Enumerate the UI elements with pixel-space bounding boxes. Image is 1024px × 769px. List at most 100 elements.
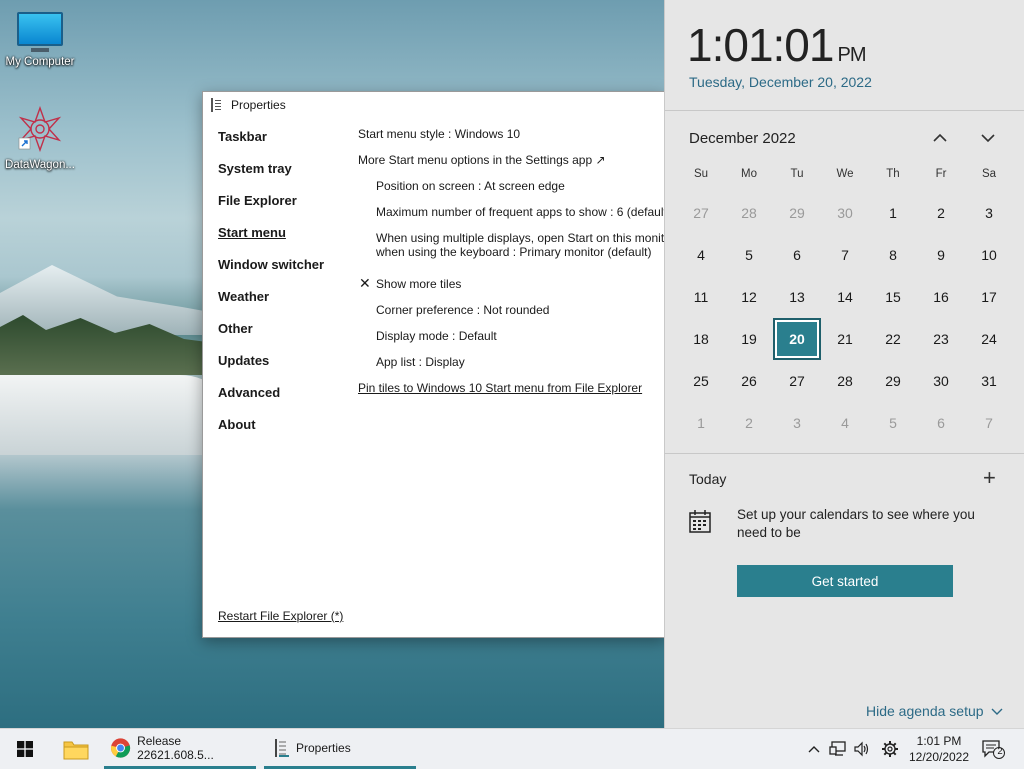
add-event-button[interactable]: + xyxy=(983,467,996,489)
calendar-day[interactable]: 8 xyxy=(871,236,915,274)
calendar-day[interactable]: 22 xyxy=(871,320,915,358)
calendar-day[interactable]: 1 xyxy=(679,404,723,442)
previous-month-button[interactable] xyxy=(929,128,951,148)
calendar-day[interactable]: 19 xyxy=(727,320,771,358)
get-started-button[interactable]: Get started xyxy=(737,565,953,597)
setting-max-frequent-apps[interactable]: Maximum number of frequent apps to show … xyxy=(358,205,665,231)
calendar-day[interactable]: 12 xyxy=(727,278,771,316)
chrome-icon xyxy=(110,737,131,758)
calendar-day[interactable]: 1 xyxy=(871,194,915,232)
calendar-day[interactable]: 29 xyxy=(775,194,819,232)
desktop-icon-my-computer[interactable]: My Computer xyxy=(0,12,80,68)
pin-tiles-link[interactable]: Pin tiles to Windows 10 Start menu from … xyxy=(358,381,665,407)
window-titlebar[interactable]: Properties xyxy=(203,92,665,118)
calendar-day[interactable]: 25 xyxy=(679,362,723,400)
calendar-day[interactable]: 3 xyxy=(967,194,1011,232)
calendar-day[interactable]: 13 xyxy=(775,278,819,316)
chevron-up-icon xyxy=(933,133,947,142)
setting-more-options-link[interactable]: More Start menu options in the Settings … xyxy=(358,153,665,179)
nav-item-file-explorer[interactable]: File Explorer xyxy=(218,193,348,225)
calendar-day[interactable]: 7 xyxy=(823,236,867,274)
nav-item-about[interactable]: About xyxy=(218,417,348,449)
calendar-icon xyxy=(689,510,711,533)
calendar-day[interactable]: 6 xyxy=(919,404,963,442)
calendar-day[interactable]: 23 xyxy=(919,320,963,358)
setting-start-menu-style[interactable]: Start menu style : Windows 10 xyxy=(358,127,665,153)
clock-time: 1:01:01 xyxy=(687,19,834,71)
calendar-day[interactable]: 3 xyxy=(775,404,819,442)
setting-display-mode[interactable]: Display mode : Default xyxy=(358,329,665,355)
calendar-day[interactable]: 28 xyxy=(823,362,867,400)
file-explorer-button[interactable] xyxy=(56,729,96,769)
calendar-day[interactable]: 6 xyxy=(775,236,819,274)
setting-position[interactable]: Position on screen : At screen edge xyxy=(358,179,665,205)
taskbar-app-chrome[interactable]: Release 22621.608.5... xyxy=(104,729,256,769)
show-hidden-icons-button[interactable] xyxy=(804,739,824,759)
calendar-day[interactable]: 10 xyxy=(967,236,1011,274)
volume-icon[interactable] xyxy=(852,739,872,759)
nav-item-system-tray[interactable]: System tray xyxy=(218,161,348,193)
nav-item-weather[interactable]: Weather xyxy=(218,289,348,321)
calendar-day[interactable]: 5 xyxy=(871,404,915,442)
chevron-down-icon xyxy=(981,134,995,143)
calendar-day[interactable]: 31 xyxy=(967,362,1011,400)
agenda-setup-text: Set up your calendars to see where you n… xyxy=(737,507,975,540)
setting-multi-display[interactable]: When using multiple displays, open Start… xyxy=(358,231,665,277)
chevron-up-icon xyxy=(808,746,820,753)
properties-icon xyxy=(211,98,225,112)
restart-explorer-link[interactable]: Restart File Explorer (*) xyxy=(218,609,343,623)
calendar-day[interactable]: 21 xyxy=(823,320,867,358)
calendar-day[interactable]: 24 xyxy=(967,320,1011,358)
start-button[interactable] xyxy=(8,729,42,769)
calendar-day[interactable]: 5 xyxy=(727,236,771,274)
setting-label: Show more tiles xyxy=(376,277,462,291)
calendar-day[interactable]: 7 xyxy=(967,404,1011,442)
taskbar-clock[interactable]: 1:01 PM 12/20/2022 xyxy=(904,733,974,765)
notifications-button[interactable]: 2 xyxy=(982,739,1006,759)
taskbar-date: 12/20/2022 xyxy=(908,750,970,764)
hide-agenda-button[interactable]: Hide agenda setup xyxy=(866,703,1003,719)
setting-app-list[interactable]: App list : Display xyxy=(358,355,665,381)
nav-item-window-switcher[interactable]: Window switcher xyxy=(218,257,348,289)
taskbar-app-properties[interactable]: Properties xyxy=(264,729,416,769)
network-icon[interactable] xyxy=(828,739,848,759)
calendar-day[interactable]: 18 xyxy=(679,320,723,358)
calendar-day[interactable]: 4 xyxy=(823,404,867,442)
calendar-day[interactable]: 16 xyxy=(919,278,963,316)
nav-item-start-menu[interactable]: Start menu xyxy=(218,225,348,257)
calendar-day[interactable]: 30 xyxy=(919,362,963,400)
nav-item-other[interactable]: Other xyxy=(218,321,348,353)
calendar-day[interactable]: 2 xyxy=(919,194,963,232)
desktop-icon-datawagon[interactable]: DataWagon... xyxy=(0,105,80,171)
calendar-day[interactable]: 30 xyxy=(823,194,867,232)
nav-item-advanced[interactable]: Advanced xyxy=(218,385,348,417)
nav-item-taskbar[interactable]: Taskbar xyxy=(218,129,348,161)
calendar-day[interactable]: 28 xyxy=(727,194,771,232)
gear-icon[interactable] xyxy=(880,739,900,759)
calendar-day[interactable]: 17 xyxy=(967,278,1011,316)
weekday-header: Th xyxy=(886,168,900,180)
desktop-icon-label: DataWagon... xyxy=(5,159,75,171)
window-title: Properties xyxy=(231,98,286,112)
nav-item-updates[interactable]: Updates xyxy=(218,353,348,385)
calendar-day[interactable]: 27 xyxy=(679,194,723,232)
datawagon-icon xyxy=(18,105,62,153)
divider xyxy=(665,110,1024,111)
calendar-day[interactable]: 14 xyxy=(823,278,867,316)
hide-agenda-label: Hide agenda setup xyxy=(866,703,984,719)
next-month-button[interactable] xyxy=(977,128,999,148)
calendar-day[interactable]: 4 xyxy=(679,236,723,274)
setting-corner-preference[interactable]: Corner preference : Not rounded xyxy=(358,303,665,329)
settings-nav: Taskbar System tray File Explorer Start … xyxy=(218,129,348,449)
calendar-day[interactable]: 2 xyxy=(727,404,771,442)
setting-show-more-tiles[interactable]: ✕ Show more tiles xyxy=(358,276,665,303)
calendar-day-today[interactable]: 20 xyxy=(773,318,821,360)
calendar-day[interactable]: 15 xyxy=(871,278,915,316)
current-date[interactable]: Tuesday, December 20, 2022 xyxy=(689,74,872,90)
calendar-day[interactable]: 27 xyxy=(775,362,819,400)
calendar-day[interactable]: 26 xyxy=(727,362,771,400)
calendar-day[interactable]: 11 xyxy=(679,278,723,316)
calendar-day[interactable]: 9 xyxy=(919,236,963,274)
calendar-day[interactable]: 29 xyxy=(871,362,915,400)
calendar-month-title[interactable]: December 2022 xyxy=(689,130,796,147)
